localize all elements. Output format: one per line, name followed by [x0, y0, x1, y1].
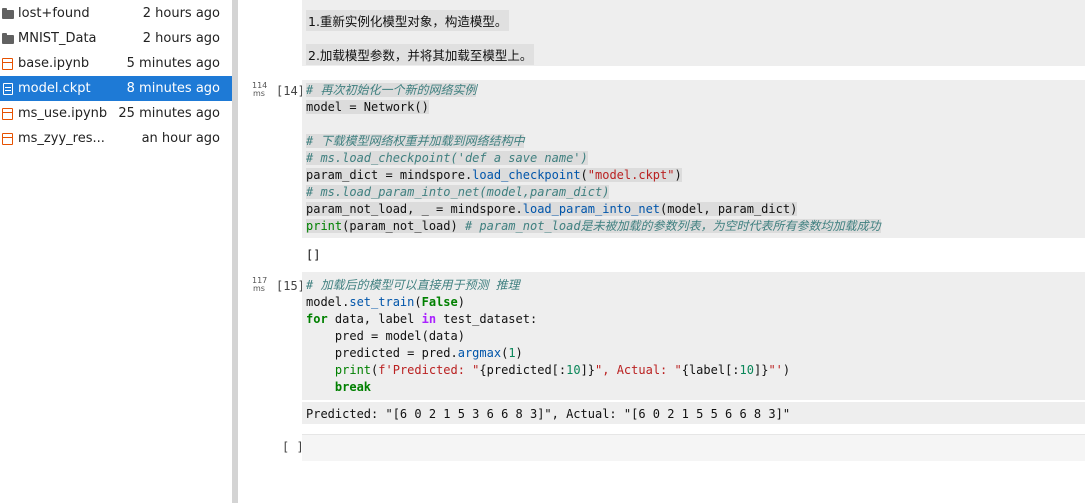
cell-output-15: Predicted: "[6 0 2 1 5 3 6 6 8 3]", Actu…: [306, 407, 791, 421]
markdown-line-2: 2.加载模型参数，并将其加载至模型上。: [306, 44, 535, 65]
file-name: lost+found: [18, 6, 90, 21]
cell-output-14: []: [306, 248, 321, 262]
execution-time: 117 ms: [252, 276, 268, 293]
cell-prompt: [14]: [276, 84, 305, 98]
file-item-ms-zyy-res[interactable]: ms_zyy_res... an hour ago: [0, 126, 232, 151]
file-modified-time: an hour ago: [141, 131, 220, 146]
file-item-mnist-data[interactable]: MNIST_Data 2 hours ago: [0, 26, 232, 51]
cell-prompt: [ ]: [282, 440, 304, 454]
file-name: base.ipynb: [18, 56, 90, 71]
file-name: model.ckpt: [18, 81, 91, 96]
file-name: MNIST_Data: [18, 31, 97, 46]
file-modified-time: 2 hours ago: [142, 6, 220, 21]
file-item-base-ipynb[interactable]: base.ipynb 5 minutes ago: [0, 51, 232, 76]
execution-time: 114 ms: [252, 81, 268, 98]
file-item-lost-found[interactable]: lost+found 2 hours ago: [0, 1, 232, 26]
file-item-ms-use-ipynb[interactable]: ms_use.ipynb 25 minutes ago: [0, 101, 232, 126]
folder-icon: [2, 32, 14, 45]
notebook-icon: [2, 132, 14, 145]
file-item-model-ckpt[interactable]: model.ckpt 8 minutes ago: [0, 76, 232, 101]
file-browser: lost+found 2 hours ago MNIST_Data 2 hour…: [0, 0, 232, 503]
folder-icon: [2, 7, 14, 20]
notebook-icon: [2, 57, 14, 70]
notebook-icon: [2, 107, 14, 120]
notebook-panel: 1.重新实例化模型对象，构造模型。 2.加载模型参数，并将其加载至模型上。 11…: [238, 0, 1085, 503]
empty-code-cell[interactable]: [302, 434, 1085, 461]
code-editor-14[interactable]: # 再次初始化一个新的网络实例 model = Network() # 下载模型…: [306, 82, 881, 235]
file-modified-time: 25 minutes ago: [118, 106, 220, 121]
file-modified-time: 8 minutes ago: [126, 81, 220, 96]
file-modified-time: 2 hours ago: [142, 31, 220, 46]
file-name: ms_zyy_res...: [18, 131, 105, 146]
file-modified-time: 5 minutes ago: [126, 56, 220, 71]
cell-prompt: [15]: [276, 279, 305, 293]
markdown-line-1: 1.重新实例化模型对象，构造模型。: [306, 10, 510, 31]
code-editor-15[interactable]: # 加载后的模型可以直接用于预测 推理 model.set_train(Fals…: [306, 277, 790, 396]
file-icon: [2, 82, 14, 95]
file-name: ms_use.ipynb: [18, 106, 108, 121]
